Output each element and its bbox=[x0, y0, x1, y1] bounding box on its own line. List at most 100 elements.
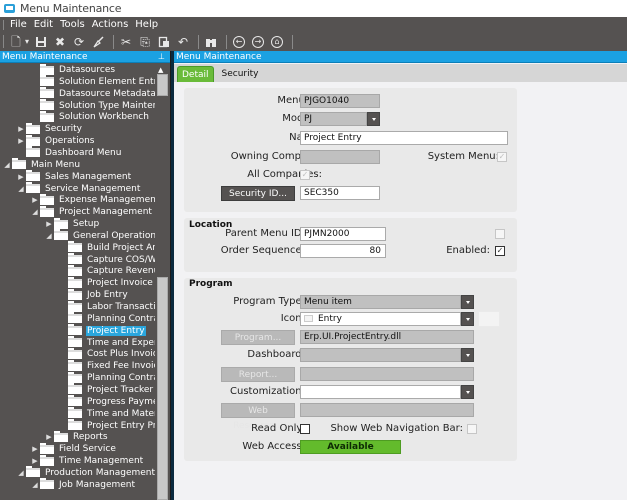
scroll-thumb[interactable] bbox=[157, 277, 168, 500]
tree-node[interactable]: Dashboard Menu bbox=[16, 146, 122, 159]
tree-node[interactable]: Cost Plus Invoice bbox=[58, 347, 155, 360]
tree-node[interactable]: Solution Workbench bbox=[30, 110, 150, 123]
expand-icon[interactable]: ▶ bbox=[44, 220, 54, 228]
tree-node[interactable]: ▶ Security bbox=[16, 122, 83, 135]
scroll-thumb-top[interactable] bbox=[157, 74, 168, 96]
tree-node[interactable]: Progress Payment bbox=[58, 395, 155, 408]
tree-node[interactable]: Project Entry Proj bbox=[58, 419, 155, 432]
expand-icon[interactable]: ▶ bbox=[16, 173, 26, 181]
tree-node[interactable]: Datasources bbox=[30, 64, 116, 76]
tree-node[interactable]: Planning Contract bbox=[58, 371, 155, 384]
collapse-icon[interactable]: ◢ bbox=[16, 185, 26, 193]
show-web-nav-bar-checkbox[interactable] bbox=[467, 424, 477, 434]
tree-node[interactable]: ◢ Job Management bbox=[30, 478, 136, 491]
icon-dropdown-icon[interactable] bbox=[461, 312, 474, 326]
customization-select[interactable] bbox=[300, 385, 461, 399]
tree-scrollbar[interactable]: ▲ bbox=[155, 64, 170, 500]
forward-icon[interactable]: → bbox=[250, 34, 266, 50]
tree-node[interactable]: Datasource Metadata bbox=[30, 87, 155, 100]
dashboard-dropdown-icon[interactable] bbox=[461, 348, 474, 362]
save-icon[interactable] bbox=[33, 34, 49, 50]
all-companies-checkbox[interactable]: ✓ bbox=[300, 170, 310, 180]
tree-node[interactable]: ▶ Operations bbox=[16, 134, 95, 147]
program-button[interactable]: Program... bbox=[221, 330, 295, 345]
collapse-icon[interactable]: ◢ bbox=[30, 481, 40, 489]
program-type-select[interactable]: Menu item bbox=[300, 295, 461, 309]
name-field[interactable]: Project Entry bbox=[300, 131, 508, 145]
back-icon[interactable]: ← bbox=[231, 34, 247, 50]
program-field[interactable]: Erp.UI.ProjectEntry.dll bbox=[300, 330, 474, 344]
menu-actions[interactable]: Actions bbox=[92, 19, 129, 30]
toolbar-grip[interactable] bbox=[3, 35, 4, 48]
menu-file[interactable]: File bbox=[10, 19, 27, 30]
tree-node[interactable]: Project Entry bbox=[58, 324, 146, 337]
read-only-checkbox[interactable] bbox=[300, 424, 310, 434]
menubar-grip[interactable] bbox=[3, 19, 4, 30]
report-field[interactable] bbox=[300, 367, 474, 381]
collapse-icon[interactable]: ◢ bbox=[2, 161, 12, 169]
order-sequence-field[interactable]: 80 bbox=[300, 244, 386, 258]
expand-icon[interactable]: ▶ bbox=[44, 433, 54, 441]
delete-icon[interactable]: ✖ bbox=[52, 34, 68, 50]
tree-node[interactable]: ▶ Sales Management bbox=[16, 170, 132, 183]
clear-icon[interactable] bbox=[90, 34, 106, 50]
menu-edit[interactable]: Edit bbox=[34, 19, 53, 30]
menu-tools[interactable]: Tools bbox=[60, 19, 85, 30]
tree-node[interactable]: ▶ Expense Management bbox=[30, 193, 155, 206]
report-button[interactable]: Report... bbox=[221, 367, 295, 382]
tree-node[interactable]: Build Project Anal bbox=[58, 241, 155, 254]
refresh-icon[interactable]: ⟳ bbox=[71, 34, 87, 50]
parent-menu-id-field[interactable]: PJMN2000 bbox=[300, 227, 386, 241]
tree-node[interactable]: Solution Element Entry bbox=[30, 75, 155, 88]
tree-node[interactable]: ◢ General Operations bbox=[44, 229, 155, 242]
tree-node[interactable]: ◢ Service Management bbox=[16, 182, 141, 195]
enabled-checkbox[interactable]: ✓ bbox=[495, 246, 505, 256]
tab-detail[interactable]: Detail bbox=[177, 66, 214, 82]
tree-node[interactable]: Time and Expens bbox=[58, 336, 155, 349]
web-resource-field[interactable] bbox=[300, 403, 474, 417]
tree-node[interactable]: ▶ Reports bbox=[44, 430, 109, 443]
tree-node[interactable]: Capture Revenue bbox=[58, 264, 155, 277]
dashboard-select[interactable] bbox=[300, 348, 461, 362]
tree-node[interactable]: Planning Contract bbox=[58, 312, 155, 325]
program-type-dropdown-icon[interactable] bbox=[461, 295, 474, 309]
collapse-icon[interactable]: ◢ bbox=[44, 232, 54, 240]
tree-node[interactable]: Project Tracker bbox=[58, 383, 154, 396]
tree-node[interactable]: ◢ Project Management bbox=[30, 205, 153, 218]
owning-company-field[interactable] bbox=[300, 150, 380, 164]
paste-icon[interactable] bbox=[156, 34, 172, 50]
menu-help[interactable]: Help bbox=[135, 19, 158, 30]
security-id-field[interactable]: SEC350 bbox=[300, 186, 380, 200]
collapse-icon[interactable]: ◢ bbox=[30, 208, 40, 216]
tree-node[interactable]: Labor Transaction bbox=[58, 300, 155, 313]
new-icon[interactable]: 🗋 bbox=[8, 34, 24, 50]
expand-icon[interactable]: ▶ bbox=[16, 137, 26, 145]
cut-icon[interactable]: ✂ bbox=[118, 34, 134, 50]
tree-node[interactable]: ▶ Setup bbox=[44, 217, 100, 230]
menu-id-field[interactable]: PJGO1040 bbox=[300, 94, 380, 108]
tree-node[interactable]: Time and Material bbox=[58, 407, 155, 420]
pin-icon[interactable]: ⊥ bbox=[158, 51, 165, 62]
search-binoculars-icon[interactable] bbox=[203, 34, 219, 50]
expand-icon[interactable]: ▶ bbox=[30, 457, 40, 465]
tree-node[interactable]: Project Invoice Pr bbox=[58, 276, 155, 289]
tree-node[interactable]: Job Entry bbox=[58, 288, 129, 301]
security-id-button[interactable]: Security ID... bbox=[221, 186, 295, 201]
expand-icon[interactable]: ▶ bbox=[16, 125, 26, 133]
copy-icon[interactable]: ⎘ bbox=[137, 34, 153, 50]
new-dropdown-icon[interactable]: ▾ bbox=[24, 34, 30, 50]
tree-node[interactable]: ▶ Field Service bbox=[30, 442, 117, 455]
tree-node[interactable]: ◢ Main Menu bbox=[2, 158, 81, 171]
customization-dropdown-icon[interactable] bbox=[461, 385, 474, 399]
web-resource-button[interactable]: Web Resource... bbox=[221, 403, 295, 431]
tree-node[interactable]: Fixed Fee Invoice bbox=[58, 359, 155, 372]
undo-icon[interactable]: ↶ bbox=[175, 34, 191, 50]
expand-icon[interactable]: ▶ bbox=[30, 445, 40, 453]
icon-select[interactable]: Entry bbox=[300, 312, 461, 326]
tree-node[interactable]: Capture COS/WIP bbox=[58, 253, 155, 266]
system-menu-checkbox[interactable]: ✓ bbox=[497, 152, 507, 162]
tree-node[interactable]: ◢ Production Management bbox=[16, 466, 155, 479]
module-dropdown-icon[interactable] bbox=[367, 112, 380, 126]
tree-node[interactable]: ▶ Time Management bbox=[30, 454, 144, 467]
collapse-icon[interactable]: ◢ bbox=[16, 469, 26, 477]
